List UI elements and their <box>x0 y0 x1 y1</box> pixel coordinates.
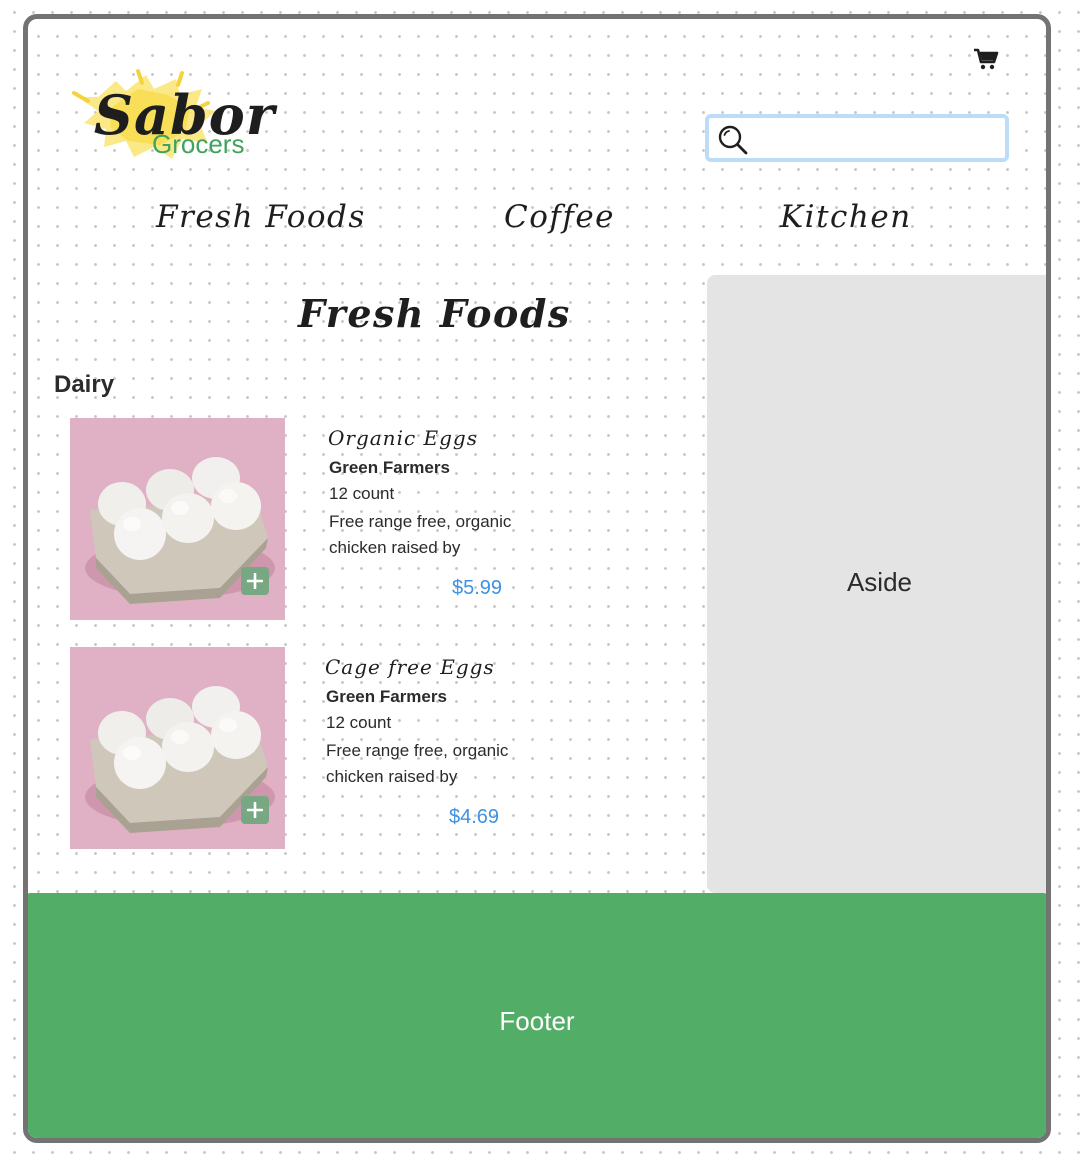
product-brand: Green Farmers <box>329 458 450 477</box>
product-description: Free range free, organic chicken raised … <box>326 741 509 786</box>
nav-item-coffee[interactable]: Coffee <box>504 199 615 235</box>
product-card: Organic Eggs Green Farmers 12 count Free… <box>70 418 690 620</box>
add-to-cart-button[interactable] <box>241 796 269 824</box>
product-card: Cage free Eggs Green Farmers 12 count Fr… <box>70 647 690 849</box>
nav-item-kitchen[interactable]: Kitchen <box>780 199 912 235</box>
logo-tagline: Grocers <box>152 129 245 159</box>
plus-icon <box>247 802 263 818</box>
nav-item-fresh-foods[interactable]: Fresh Foods <box>156 199 366 235</box>
product-price: $4.69 <box>449 806 500 828</box>
product-count: 12 count <box>326 713 392 732</box>
section-heading-dairy: Dairy <box>54 371 115 398</box>
page-title: Fresh Foods <box>298 291 571 336</box>
footer-label: Footer <box>499 1006 575 1036</box>
search-icon <box>718 125 748 155</box>
page-frame: Sabor Grocers Fresh Foods Coffee Kitchen… <box>23 14 1051 1143</box>
product-description: Free range free, organic chicken raised … <box>329 512 512 557</box>
cart-icon[interactable] <box>973 47 1001 73</box>
footer: Footer <box>28 893 1046 1138</box>
logo[interactable]: Sabor Grocers <box>68 67 274 167</box>
product-name[interactable]: Cage free Eggs <box>325 655 495 679</box>
product-name[interactable]: Organic Eggs <box>328 426 478 450</box>
aside-label: Aside <box>846 567 913 597</box>
product-price: $5.99 <box>452 577 503 599</box>
search-box[interactable] <box>705 114 1009 162</box>
product-brand: Green Farmers <box>326 687 447 706</box>
plus-icon <box>247 573 263 589</box>
add-to-cart-button[interactable] <box>241 567 269 595</box>
aside-panel: Aside <box>707 275 1046 893</box>
product-count: 12 count <box>329 484 395 503</box>
search-input[interactable] <box>755 123 995 153</box>
